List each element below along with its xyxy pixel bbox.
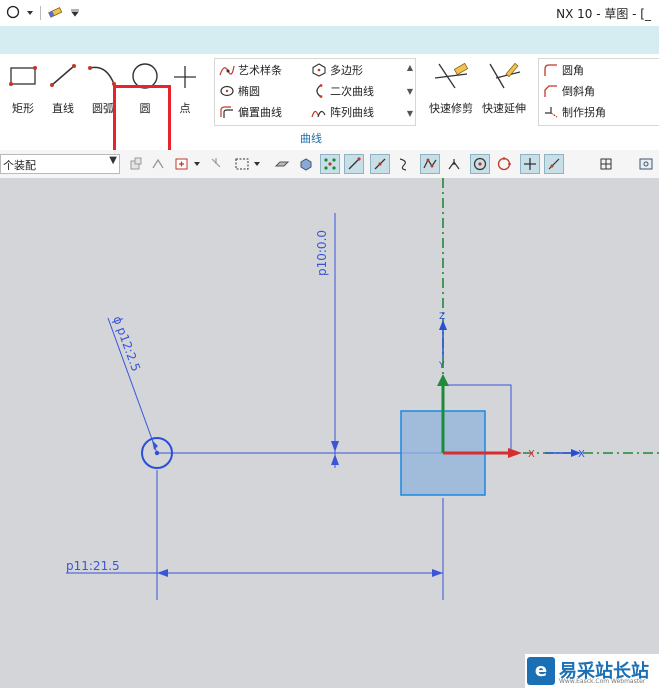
eraser-icon[interactable] <box>47 5 65 22</box>
watermark-logo: e <box>527 657 555 685</box>
snap-grid-icon[interactable] <box>596 154 616 174</box>
selection-filter-icon[interactable] <box>172 154 192 174</box>
fillet-button[interactable]: 圆角 <box>543 60 584 80</box>
selection-toolbar: 个装配 ▼ <box>0 150 659 179</box>
ribbon-tab-bar <box>0 26 659 55</box>
axis-x-label: X <box>578 449 585 460</box>
ellipse-icon <box>220 85 234 97</box>
select-component-icon[interactable] <box>126 154 146 174</box>
rectangle-icon <box>9 66 37 86</box>
ribbon: 矩形 直线 圆弧 圆 点 艺术样条 椭圆 偏置曲线 多边形 二次曲线 阵列曲线 … <box>0 54 659 185</box>
gallery-scroll-up[interactable]: ▲ <box>407 63 413 72</box>
snap-quadrant-icon[interactable] <box>494 154 514 174</box>
snap-line-icon[interactable] <box>344 154 364 174</box>
conic-button[interactable]: 二次曲线 <box>311 81 374 101</box>
axis-z-label: Z <box>439 312 445 322</box>
axis-x-label-red: X <box>528 449 535 460</box>
chevron-down-icon[interactable] <box>252 154 262 174</box>
snap-control-point-icon[interactable] <box>420 154 440 174</box>
deselect-icon[interactable] <box>206 154 226 174</box>
make-corner-button[interactable]: 制作拐角 <box>543 102 606 122</box>
quick-extend-label: 快速延伸 <box>482 102 526 115</box>
snap-intersection-icon[interactable] <box>444 154 464 174</box>
pattern-curve-icon <box>311 110 326 118</box>
sketch-canvas[interactable]: Z Y X X ϕ p12:2.5 p10:0.0 p11:21.5 e 易采站… <box>0 178 659 688</box>
snap-endpoint-icon[interactable] <box>320 154 340 174</box>
line-icon <box>50 64 76 87</box>
snap-midpoint-icon[interactable] <box>370 154 390 174</box>
curve-gallery: 艺术样条 椭圆 偏置曲线 多边形 二次曲线 阵列曲线 ▲ ▼ ▼ <box>214 58 416 126</box>
assembly-filter-value: 个装配 <box>3 159 36 172</box>
ellipse-label: 椭圆 <box>238 85 260 98</box>
curve-group-label: 曲线 <box>300 132 322 145</box>
circle-icon[interactable] <box>6 5 20 22</box>
gallery-more[interactable]: ▼ <box>407 109 413 118</box>
axis-y-label: Y <box>438 361 445 371</box>
view-shaded-icon[interactable] <box>296 154 316 174</box>
box-select-icon[interactable] <box>232 154 252 174</box>
line-label: 直线 <box>52 102 74 115</box>
sketch-graphics: Z Y X X ϕ p12:2.5 p10:0.0 p11:21.5 <box>66 178 659 600</box>
corner-group: 圆角 倒斜角 制作拐角 <box>538 58 659 126</box>
rectangle-label: 矩形 <box>12 102 34 115</box>
chamfer-icon <box>544 85 557 97</box>
snap-point-icon[interactable] <box>520 154 540 174</box>
quick-trim-label: 快速修剪 <box>429 102 473 115</box>
offset-curve-label: 偏置曲线 <box>238 106 282 119</box>
make-corner-icon <box>545 107 558 118</box>
chamfer-button[interactable]: 倒斜角 <box>543 81 595 101</box>
gallery-scroll-down[interactable]: ▼ <box>407 87 413 96</box>
watermark-subtext: Www.Easck.Com Webmaster <box>559 678 646 685</box>
diameter-dimension: ϕ p12:2.5 <box>110 314 143 373</box>
watermark: e 易采站长站 Www.Easck.Com Webmaster <box>525 654 659 688</box>
quick-trim-icon <box>434 62 469 89</box>
snap-center-icon[interactable] <box>470 154 490 174</box>
fillet-label: 圆角 <box>562 64 584 77</box>
rectangle-button[interactable]: 矩形 <box>2 58 44 115</box>
polygon-button[interactable]: 多边形 <box>311 60 363 80</box>
quick-trim-button[interactable]: 快速修剪 <box>426 58 476 115</box>
snap-curve-icon[interactable] <box>394 154 414 174</box>
conic-icon <box>316 84 323 98</box>
chevron-down-icon: ▼ <box>109 155 117 166</box>
window-title: NX 10 - 草图 - [_ <box>556 7 651 21</box>
point-icon <box>174 66 196 88</box>
chevron-down-icon[interactable] <box>26 7 34 20</box>
studio-spline-label: 艺术样条 <box>238 64 282 77</box>
chevron-down-icon[interactable] <box>71 7 79 20</box>
quick-extend-button[interactable]: 快速延伸 <box>478 58 530 115</box>
quick-access-toolbar <box>6 4 79 22</box>
polygon-label: 多边形 <box>330 64 363 77</box>
snap-on-curve-icon[interactable] <box>544 154 564 174</box>
conic-label: 二次曲线 <box>330 85 374 98</box>
make-corner-label: 制作拐角 <box>562 106 606 119</box>
chamfer-label: 倒斜角 <box>562 85 595 98</box>
vertical-dimension: p10:0.0 <box>315 230 329 276</box>
chevron-down-icon[interactable] <box>192 154 202 174</box>
quick-extend-icon <box>489 62 521 89</box>
offset-curve-icon <box>220 106 233 118</box>
offset-curve-button[interactable]: 偏置曲线 <box>219 102 282 122</box>
pattern-curve-label: 阵列曲线 <box>330 106 374 119</box>
pattern-curve-button[interactable]: 阵列曲线 <box>311 102 374 122</box>
separator <box>40 6 41 20</box>
studio-spline-button[interactable]: 艺术样条 <box>219 60 282 80</box>
view-orient-icon[interactable] <box>636 154 656 174</box>
fillet-icon <box>544 64 557 76</box>
horizontal-dimension: p11:21.5 <box>66 559 120 573</box>
ellipse-button[interactable]: 椭圆 <box>219 81 260 101</box>
assembly-filter-select[interactable]: 个装配 ▼ <box>0 154 120 174</box>
title-bar: NX 10 - 草图 - [_ <box>0 0 659 27</box>
view-wireframe-icon[interactable] <box>272 154 292 174</box>
studio-spline-icon <box>219 65 235 76</box>
select-feature-icon[interactable] <box>148 154 168 174</box>
polygon-icon <box>312 63 326 77</box>
line-button[interactable]: 直线 <box>42 58 84 115</box>
